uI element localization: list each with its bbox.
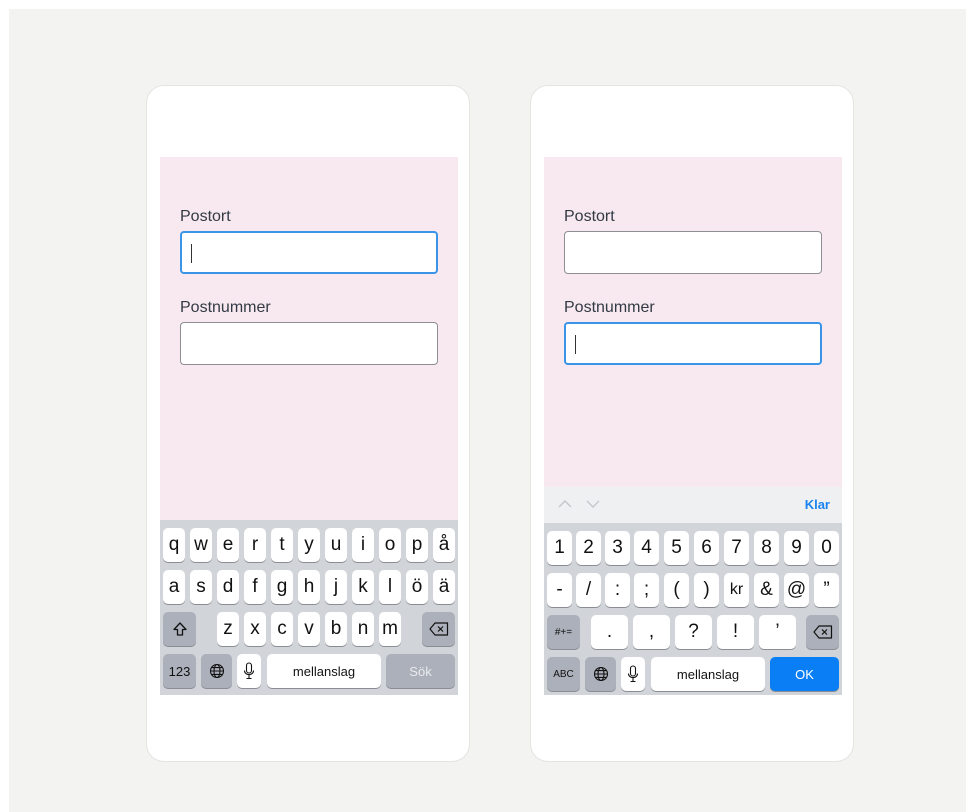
keyboard-accessory-bar: Klar [544, 487, 842, 523]
key-symbol[interactable]: ; [634, 573, 659, 607]
key-digit[interactable]: 3 [605, 531, 630, 565]
key-digit[interactable]: 4 [634, 531, 659, 565]
key-letter[interactable]: t [271, 528, 293, 562]
next-field-icon[interactable] [586, 497, 600, 511]
microphone-icon [627, 665, 639, 683]
key-digit[interactable]: 1 [547, 531, 572, 565]
form-screen-left: Postort Postnummer q w e r t y u i o p å… [160, 157, 458, 695]
key-digit[interactable]: 9 [784, 531, 809, 565]
letters-key[interactable]: ABC [547, 657, 580, 691]
key-letter[interactable]: l [379, 570, 401, 604]
space-key[interactable]: mellanslag [651, 657, 765, 691]
keyboard-letters: q w e r t y u i o p å a s d f g h j k l [160, 520, 458, 695]
key-letter[interactable]: v [298, 612, 320, 646]
postnummer-input[interactable] [564, 322, 822, 365]
key-symbol[interactable]: ) [694, 573, 719, 607]
key-symbol[interactable]: & [754, 573, 779, 607]
key-letter[interactable]: u [325, 528, 347, 562]
key-letter[interactable]: z [217, 612, 239, 646]
key-digit[interactable]: 2 [576, 531, 601, 565]
backspace-key[interactable] [806, 615, 839, 649]
globe-key[interactable] [585, 657, 616, 691]
key-symbol[interactable]: ’ [759, 615, 796, 649]
backspace-key[interactable] [422, 612, 455, 646]
key-letter[interactable]: o [379, 528, 401, 562]
key-digit[interactable]: 5 [664, 531, 689, 565]
text-caret [575, 335, 576, 354]
key-letter[interactable]: h [298, 570, 320, 604]
shift-icon [172, 622, 187, 636]
previous-field-icon[interactable] [558, 497, 572, 511]
key-symbol[interactable]: ! [717, 615, 754, 649]
key-symbol[interactable]: : [605, 573, 630, 607]
key-letter[interactable]: p [406, 528, 428, 562]
symbols-key[interactable]: #+= [547, 615, 580, 649]
key-letter[interactable]: x [244, 612, 266, 646]
space-key[interactable]: mellanslag [267, 654, 381, 688]
microphone-key[interactable] [237, 654, 261, 688]
key-letter[interactable]: y [298, 528, 320, 562]
key-letter[interactable]: g [271, 570, 293, 604]
key-symbol[interactable]: - [547, 573, 572, 607]
key-symbol[interactable]: @ [784, 573, 809, 607]
key-letter[interactable]: i [352, 528, 374, 562]
key-letter[interactable]: c [271, 612, 293, 646]
key-symbol[interactable]: ” [814, 573, 839, 607]
key-digit[interactable]: 0 [814, 531, 839, 565]
postort-field-wrap [160, 231, 458, 274]
key-digit[interactable]: 8 [754, 531, 779, 565]
key-symbol[interactable]: , [633, 615, 670, 649]
shift-key[interactable] [163, 612, 196, 646]
key-letter[interactable]: d [217, 570, 239, 604]
postnummer-input[interactable] [180, 322, 438, 365]
form-screen-right: Postort Postnummer Klar 1 2 3 4 5 6 7 8 … [544, 157, 842, 695]
key-symbol[interactable]: / [576, 573, 601, 607]
key-digit[interactable]: 6 [694, 531, 719, 565]
key-letter[interactable]: ö [406, 570, 428, 604]
key-letter[interactable]: e [217, 528, 239, 562]
key-letter[interactable]: j [325, 570, 347, 604]
key-symbol[interactable]: ? [675, 615, 712, 649]
key-letter[interactable]: n [352, 612, 374, 646]
postort-label: Postort [180, 208, 231, 225]
key-letter[interactable]: b [325, 612, 347, 646]
key-letter[interactable]: a [163, 570, 185, 604]
postort-input[interactable] [180, 231, 438, 274]
postnummer-label: Postnummer [564, 299, 655, 316]
numbers-key[interactable]: 123 [163, 654, 196, 688]
phone-frame-left: Postort Postnummer q w e r t y u i o p å… [146, 85, 470, 762]
key-letter[interactable]: k [352, 570, 374, 604]
backspace-icon [428, 622, 448, 636]
globe-icon [593, 666, 608, 682]
microphone-icon [243, 662, 255, 680]
globe-key[interactable] [201, 654, 232, 688]
globe-icon [209, 663, 224, 679]
key-digit[interactable]: 7 [724, 531, 749, 565]
search-return-key[interactable]: Sök [386, 654, 455, 688]
ok-return-key[interactable]: OK [770, 657, 839, 691]
key-letter[interactable]: w [190, 528, 212, 562]
key-letter[interactable]: f [244, 570, 266, 604]
key-letter[interactable]: m [379, 612, 401, 646]
done-button[interactable]: Klar [805, 497, 830, 512]
key-letter[interactable]: s [190, 570, 212, 604]
key-letter[interactable]: ä [433, 570, 455, 604]
postort-input[interactable] [564, 231, 822, 274]
key-symbol[interactable]: ( [664, 573, 689, 607]
text-caret [191, 244, 192, 263]
phone-frame-right: Postort Postnummer Klar 1 2 3 4 5 6 7 8 … [530, 85, 854, 762]
postort-label: Postort [564, 208, 615, 225]
microphone-key[interactable] [621, 657, 645, 691]
canvas-background: Postort Postnummer q w e r t y u i o p å… [9, 9, 966, 812]
key-letter[interactable]: q [163, 528, 185, 562]
backspace-icon [812, 625, 832, 639]
key-symbol[interactable]: . [591, 615, 628, 649]
postnummer-label: Postnummer [180, 299, 271, 316]
keyboard-numbers: 1 2 3 4 5 6 7 8 9 0 - / : ; ( ) kr & @ ”… [544, 523, 842, 695]
key-letter[interactable]: å [433, 528, 455, 562]
key-letter[interactable]: r [244, 528, 266, 562]
key-currency[interactable]: kr [724, 573, 749, 607]
